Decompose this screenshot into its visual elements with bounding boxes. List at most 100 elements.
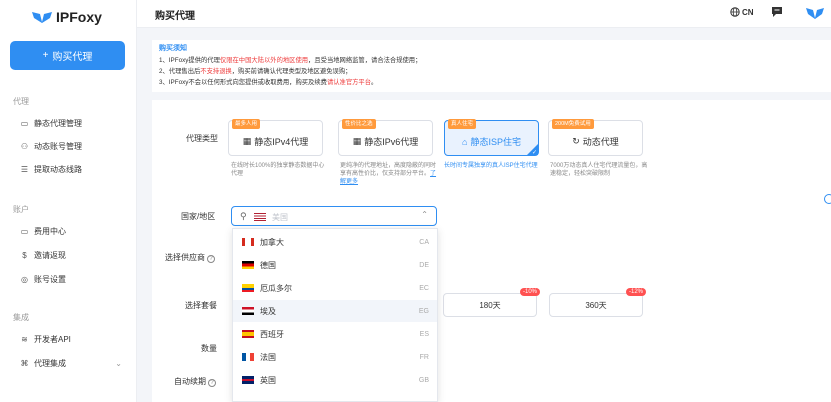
card-tag: 200M免费试用 [552, 119, 594, 129]
section-title-account: 账户 [13, 205, 29, 214]
plan-180-days[interactable]: 180天 -10% [443, 288, 540, 317]
country-code: EG [418, 307, 429, 315]
sidebar-item-dynamic-account[interactable]: ⚇ 动态账号管理 [20, 141, 82, 152]
users-icon: ⚇ [20, 142, 29, 151]
floating-help-icon[interactable] [824, 194, 831, 204]
wifi-icon: ≋ [21, 335, 28, 344]
card-name: 静态ISP住宅 [470, 137, 521, 147]
user-icon: ◎ [21, 275, 28, 284]
language-label: CN [742, 7, 754, 17]
type-card-dynamic[interactable]: 200M免费试用 ↻ 动态代理 [548, 119, 643, 156]
country-name: 英国 [260, 375, 276, 385]
integration-icon: ⌘ [20, 359, 29, 368]
checkmark-icon: ✓ [531, 150, 537, 156]
language-switch[interactable]: CN [730, 7, 754, 17]
us-flag-icon [254, 213, 266, 221]
message-icon[interactable] [771, 6, 783, 18]
page-title: 购买代理 [155, 11, 195, 22]
provider-label: 选择供应商? [165, 252, 215, 263]
sidebar-item-developer-api[interactable]: ≋ 开发者API [20, 334, 71, 345]
sidebar-item-billing[interactable]: ▭ 费用中心 [20, 226, 66, 237]
country-option-ca[interactable]: 加拿大 CA [233, 231, 437, 253]
country-name: 厄瓜多尔 [260, 283, 292, 293]
type-card-ipv4[interactable]: 最多人用 ▦ 静态IPv4代理 [228, 119, 323, 156]
dollar-icon: $ [22, 251, 27, 260]
type-desc-isp: 长时间专属独享的真人ISP住宅代理 [444, 163, 538, 169]
card-name: 静态IPv4代理 [254, 137, 309, 147]
country-code: FR [419, 353, 429, 361]
plan-name: 180天 [479, 300, 501, 310]
proxy-type-label: 代理类型 [186, 134, 218, 143]
card-name: 静态IPv6代理 [364, 137, 419, 147]
sidebar-item-proxy-integration[interactable]: ⌘ 代理集成 [20, 358, 67, 369]
monitor-icon: ▭ [20, 119, 29, 128]
country-option-gb[interactable]: 英国 GB [233, 369, 437, 391]
type-card-ipv6[interactable]: 性价比之选 ▦ 静态IPv6代理 [338, 119, 433, 156]
server-icon: ▦ [352, 136, 362, 146]
sidebar-item-invite[interactable]: $ 邀请返现 [20, 250, 66, 261]
card-tag: 性价比之选 [342, 119, 376, 129]
country-option-de[interactable]: 德国 DE [233, 254, 437, 276]
sidebar-item-label: 提取动态线路 [34, 165, 82, 174]
region-label: 国家/地区 [181, 212, 216, 221]
germany-flag-icon [242, 261, 254, 269]
fox-avatar-icon[interactable] [806, 6, 824, 20]
country-option-ec[interactable]: 厄瓜多尔 EC [233, 277, 437, 299]
type-desc-ipv6: 更纯净的代理地址，高度隐蔽的同时享有高性价比，仅支持部分平台。了解更多 [340, 163, 437, 185]
sidebar-item-extract-lines[interactable]: ☰ 提取动态线路 [20, 164, 82, 175]
logo[interactable]: IPFoxy [32, 9, 102, 25]
region-placeholder: 美国 [272, 213, 288, 222]
sidebar-item-label: 费用中心 [34, 227, 66, 236]
card-tag: 真人住宅 [448, 119, 477, 129]
refresh-icon: ↻ [572, 136, 580, 146]
quantity-label: 数量 [201, 344, 217, 353]
home-icon: ⌂ [462, 136, 468, 147]
sidebar-item-label: 账号设置 [34, 275, 66, 284]
country-code: EC [419, 284, 429, 292]
chevron-down-icon[interactable]: ⌄ [115, 359, 122, 368]
sidebar-item-label: 开发者API [34, 335, 71, 344]
sidebar: IPFoxy + 购买代理 代理 ▭ 静态代理管理 ⚇ 动态账号管理 ☰ 提取动… [0, 0, 137, 402]
sidebar-item-account-settings[interactable]: ◎ 账号设置 [20, 274, 66, 285]
country-code: DE [419, 261, 429, 269]
section-title-proxy: 代理 [13, 97, 29, 106]
type-card-isp[interactable]: 真人住宅 ⌂ 静态ISP住宅 ✓ [444, 119, 539, 156]
country-option-eg[interactable]: 埃及 EG [233, 300, 437, 322]
buy-proxy-button[interactable]: + 购买代理 [10, 41, 125, 70]
country-code: ES [419, 330, 429, 338]
buy-proxy-label: 购买代理 [52, 52, 93, 63]
country-code: GB [418, 376, 429, 384]
plan-label: 选择套餐 [185, 301, 217, 310]
help-icon[interactable]: ? [208, 379, 216, 387]
sidebar-item-static-proxy[interactable]: ▭ 静态代理管理 [20, 118, 82, 129]
country-name: 加拿大 [260, 237, 284, 247]
discount-badge: -10% [519, 288, 540, 296]
card-icon: ▭ [20, 227, 29, 236]
fox-logo-icon [32, 12, 52, 23]
sidebar-item-label: 静态代理管理 [34, 119, 82, 128]
region-select[interactable]: ⚲ 美国 ⌃ [231, 206, 437, 226]
country-option-fr[interactable]: 法国 FR [233, 346, 437, 368]
notice-line-3: 3、IPFoxy不会以任何形式向您提供或收取费用，购买及续费请认准官方平台。 [159, 79, 378, 86]
canada-flag-icon [242, 238, 254, 246]
sidebar-item-label: 邀请返现 [34, 251, 66, 260]
search-icon: ⚲ [240, 211, 247, 221]
type-desc-dynamic: 7000万动态真人住宅代理流量包，高速稳定，轻松突破限制 [550, 163, 648, 177]
country-name: 德国 [260, 260, 276, 270]
topbar: 购买代理 CN [137, 0, 831, 28]
ecuador-flag-icon [242, 284, 254, 292]
list-icon: ☰ [20, 165, 29, 174]
notice-line-1: 1、IPFoxy提供的代理仅限在中国大陆以外的地区使用，且受当地网络监管，请合法… [159, 57, 422, 64]
egypt-flag-icon [242, 307, 254, 315]
country-name: 法国 [260, 352, 276, 362]
notice-line-2: 2、代理售出后不支持退换，购买前请确认代理类型及地区避免误购； [159, 68, 352, 75]
plan-360-days[interactable]: 360天 -12% [549, 288, 646, 317]
help-icon[interactable]: ? [207, 255, 215, 263]
country-option-es[interactable]: 西班牙 ES [233, 323, 437, 345]
card-name: 动态代理 [582, 137, 619, 147]
notice-title: 购买须知 [159, 45, 187, 52]
plan-name: 360天 [585, 300, 607, 310]
country-name: 埃及 [260, 306, 276, 316]
card-tag: 最多人用 [232, 119, 261, 129]
country-code: CA [419, 238, 429, 246]
